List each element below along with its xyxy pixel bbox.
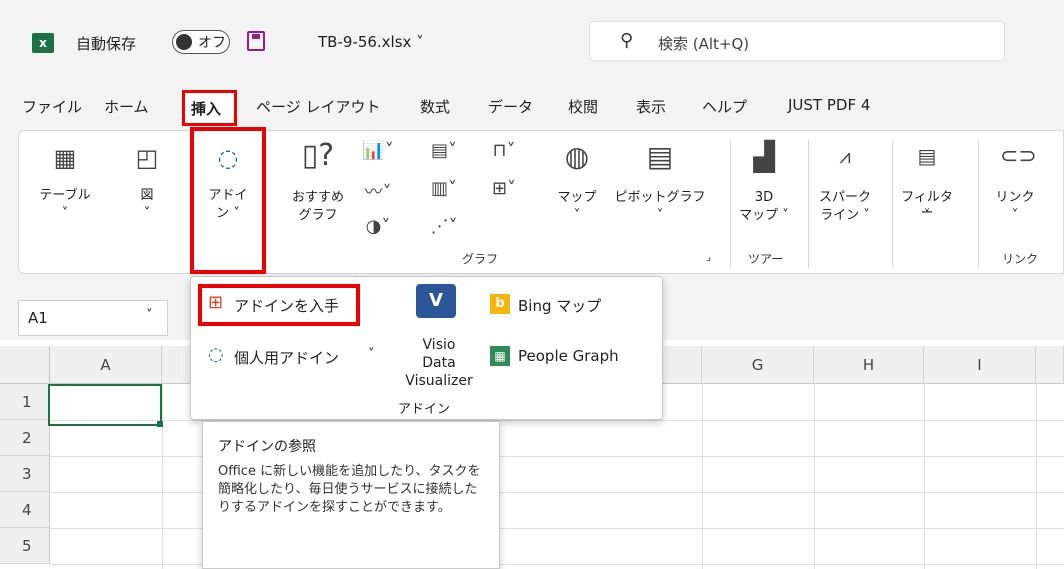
- pie-chart-icon[interactable]: ◑˅: [358, 216, 398, 237]
- group-label-link: リンク: [1002, 252, 1039, 266]
- search-input[interactable]: [589, 21, 1005, 61]
- recommended-chart-icon: ▯?: [301, 138, 335, 173]
- file-name[interactable]: TB-9-56.xlsx ˅: [318, 33, 424, 51]
- sparkline-icon: ⩘: [839, 144, 851, 168]
- link-button[interactable]: リンク: [990, 190, 1040, 206]
- tab-review[interactable]: 校閲: [568, 96, 598, 117]
- tab-help[interactable]: ヘルプ: [702, 96, 747, 117]
- tab-home[interactable]: ホーム: [104, 96, 149, 117]
- bar-chart-icon[interactable]: ▥˅: [424, 178, 464, 199]
- chevron-down-icon: ˅: [656, 208, 664, 223]
- toggle-text: オフ: [198, 35, 226, 51]
- tab-insert-label: 挿入: [191, 100, 222, 118]
- personal-addin-icon: ◌: [208, 344, 224, 365]
- chevron-down-icon: ˅: [143, 206, 151, 221]
- scatter-chart-icon[interactable]: ⋰˅: [424, 216, 464, 237]
- dropdown-group-label: アドイン: [398, 402, 451, 417]
- map-button[interactable]: マップ: [552, 190, 602, 206]
- combo-chart-icon[interactable]: ⊞˅: [484, 178, 524, 199]
- image-button[interactable]: 図: [122, 188, 172, 204]
- tab-file[interactable]: ファイル: [22, 96, 82, 117]
- image-icon: ◰: [135, 144, 159, 172]
- excel-logo-icon: x: [32, 33, 54, 53]
- visio-label-line1: Visio Data: [422, 337, 456, 371]
- chevron-down-icon: ˅: [61, 206, 69, 221]
- divider: [730, 140, 731, 268]
- bing-map-button[interactable]: Bing マップ: [518, 295, 601, 316]
- 3d-map-line2: マップ ˅: [739, 208, 789, 223]
- recommended-chart-line2: グラフ: [298, 208, 338, 223]
- column-header-i[interactable]: I: [924, 346, 1036, 384]
- filter-icon: ▤: [917, 144, 937, 168]
- column-header-h[interactable]: H: [814, 346, 924, 384]
- waterfall-chart-icon[interactable]: ⊓˅: [484, 140, 524, 161]
- chevron-down-icon: ˅: [573, 208, 581, 223]
- search-icon: ⚲: [620, 30, 634, 51]
- group-label-graph: グラフ: [462, 252, 499, 266]
- column-chart-icon[interactable]: 📊˅: [358, 140, 398, 161]
- active-cell-a1[interactable]: [48, 384, 162, 426]
- gridline: [924, 384, 925, 569]
- column-header-g[interactable]: G: [702, 346, 814, 384]
- chevron-down-icon[interactable]: ˅: [146, 308, 153, 323]
- chevron-down-icon[interactable]: ˅: [368, 347, 375, 362]
- tab-page-layout[interactable]: ページ レイアウト: [256, 96, 380, 117]
- visio-label-line2: Visualizer: [405, 373, 473, 389]
- column-header-j[interactable]: [1036, 346, 1064, 384]
- tab-insert[interactable]: 挿入: [182, 90, 237, 126]
- bing-icon: b: [490, 294, 510, 314]
- column-header-a[interactable]: A: [50, 346, 162, 384]
- globe-icon: ◍: [564, 140, 590, 173]
- addin-highlight-box: [190, 127, 266, 274]
- get-addin-label: アドインを入手: [234, 297, 340, 315]
- link-icon: ⊂⊃: [1000, 144, 1037, 169]
- chevron-down-icon: ˅: [923, 208, 931, 223]
- row-header-3[interactable]: 3: [0, 456, 50, 492]
- save-icon[interactable]: [247, 31, 265, 51]
- divider: [808, 140, 809, 268]
- pivot-chart-icon: ▤: [646, 140, 674, 173]
- tooltip-body: Office に新しい機能を追加したり、タスクを簡略化したり、毎日使うサービスに…: [218, 464, 481, 515]
- tab-view[interactable]: 表示: [636, 96, 666, 117]
- tab-data[interactable]: データ: [488, 96, 533, 117]
- divider: [892, 140, 893, 268]
- divider: [978, 140, 979, 268]
- line-chart-icon[interactable]: 〰˅: [358, 178, 398, 204]
- row-header-5[interactable]: 5: [0, 528, 50, 564]
- pivot-chart-button[interactable]: ピボットグラフ: [604, 190, 716, 206]
- gridline: [162, 384, 163, 569]
- group-label-tour: ツアー: [748, 252, 784, 266]
- table-icon: ▦: [53, 144, 77, 172]
- row-header-1[interactable]: 1: [0, 384, 50, 420]
- 3d-map-icon: ▟: [753, 140, 775, 173]
- people-graph-icon: ▦: [490, 346, 510, 366]
- name-box-value: A1: [28, 309, 48, 327]
- select-all-corner[interactable]: [0, 346, 50, 384]
- dialog-launcher-icon[interactable]: ⌟: [706, 250, 711, 263]
- recommended-chart-button[interactable]: おすすめ: [282, 190, 354, 206]
- gridline: [814, 384, 815, 569]
- tab-just-pdf[interactable]: JUST PDF 4: [788, 96, 870, 114]
- search-placeholder: 検索 (Alt+Q): [658, 35, 750, 53]
- row-header-4[interactable]: 4: [0, 492, 50, 528]
- sparkline-line2: ライン ˅: [820, 208, 870, 223]
- tab-formulas[interactable]: 数式: [420, 96, 450, 117]
- row-header-2[interactable]: 2: [0, 420, 50, 456]
- sparkline-button[interactable]: スパーク: [812, 190, 878, 206]
- gridline: [1036, 384, 1037, 569]
- people-graph-button[interactable]: People Graph: [518, 347, 619, 365]
- hierarchy-chart-icon[interactable]: ▤˅: [424, 140, 464, 161]
- visio-visualizer-button[interactable]: Visio Data Visualizer: [404, 336, 474, 390]
- personal-addin-button[interactable]: 個人用アドイン: [234, 347, 339, 368]
- table-button[interactable]: テーブル: [32, 188, 98, 204]
- gridline: [702, 384, 703, 569]
- fill-handle[interactable]: [157, 421, 163, 427]
- visio-icon[interactable]: V: [416, 284, 456, 318]
- 3d-map-button[interactable]: 3D: [734, 190, 794, 206]
- tooltip-title: アドインの参照: [218, 439, 316, 455]
- toggle-knob: [176, 34, 192, 50]
- autosave-label: 自動保存: [76, 35, 137, 53]
- chevron-down-icon: ˅: [1011, 208, 1019, 223]
- store-icon: ⊞: [208, 292, 224, 313]
